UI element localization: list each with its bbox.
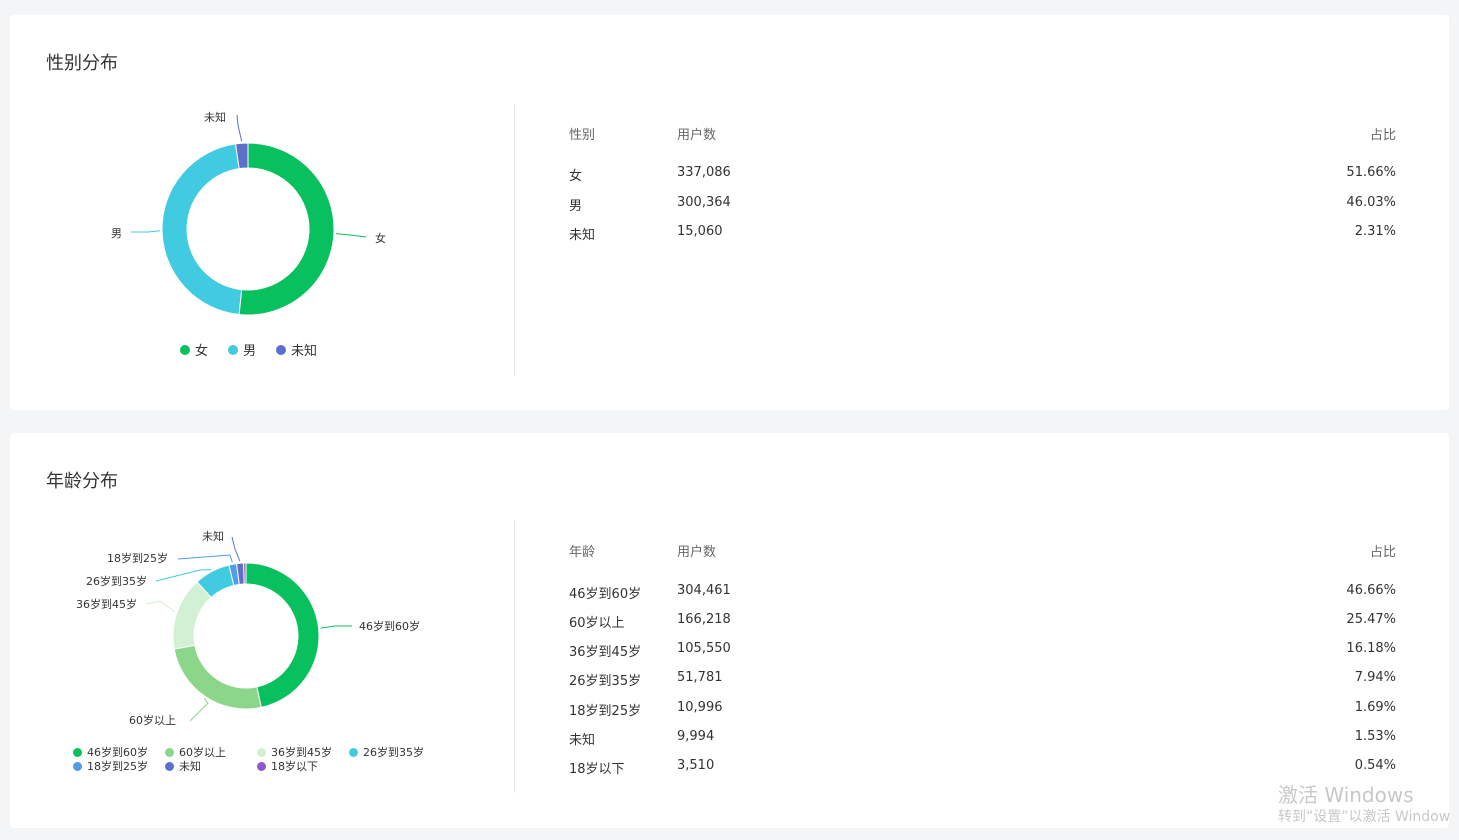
gender-row-count: 337,086 bbox=[677, 165, 731, 180]
legend-dot-icon bbox=[228, 344, 239, 355]
gender-row-label: 未知 bbox=[569, 228, 596, 243]
windows-activation-watermark-title: 激活 Windows bbox=[1278, 783, 1414, 807]
donut-slice[interactable] bbox=[245, 562, 320, 708]
gender-row-pct: 51.66% bbox=[1346, 165, 1396, 180]
legend-dot-icon bbox=[257, 747, 266, 757]
windows-activation-watermark-subtitle: 转到“设置”以激活 Window bbox=[1278, 809, 1451, 825]
age-row-label: 46岁到60岁 bbox=[569, 587, 642, 602]
slice-label: 未知 bbox=[204, 110, 226, 124]
gender-legend: 女 男 未知 bbox=[180, 340, 317, 359]
age-row-label: 60岁以上 bbox=[569, 616, 625, 631]
gender-legend-item-male[interactable]: 男 bbox=[228, 340, 256, 359]
gender-col-header-gender: 性别 bbox=[569, 128, 596, 143]
gender-col-header-share: 占比 bbox=[1369, 128, 1396, 143]
gender-legend-item-female[interactable]: 女 bbox=[180, 340, 208, 359]
age-col-header-age: 年龄 bbox=[569, 545, 596, 560]
slice-label: 未知 bbox=[202, 529, 224, 543]
age-distribution-card: 年龄分布 46岁到60岁 60岁以上 36岁到45岁 26岁到35岁 18岁到25岁 未知… bbox=[10, 433, 1449, 828]
gender-row-count: 15,060 bbox=[677, 224, 723, 239]
age-row-count: 3,510 bbox=[677, 758, 715, 773]
age-legend-item-18-25[interactable]: 18岁到25岁 bbox=[73, 758, 165, 774]
slice-label-leader-line bbox=[236, 114, 243, 142]
slice-label-leader-line bbox=[189, 697, 209, 722]
gender-legend-label: 男 bbox=[243, 344, 257, 359]
age-legend-item-26-35[interactable]: 26岁到35岁 bbox=[349, 744, 424, 760]
age-row-pct: 46.66% bbox=[1346, 583, 1396, 598]
gender-legend-item-unknown[interactable]: 未知 bbox=[276, 340, 317, 359]
age-row-count: 105,550 bbox=[677, 641, 731, 656]
donut-slice[interactable] bbox=[173, 644, 262, 710]
slice-label: 男 bbox=[111, 227, 122, 240]
age-row-pct: 1.69% bbox=[1354, 700, 1396, 715]
age-row-label: 26岁到35岁 bbox=[569, 674, 642, 689]
donut-slice[interactable] bbox=[161, 143, 243, 316]
age-legend-item-unknown[interactable]: 未知 bbox=[165, 758, 257, 774]
donut-slice[interactable] bbox=[243, 562, 247, 585]
legend-dot-icon bbox=[349, 747, 358, 757]
age-divider bbox=[514, 521, 515, 793]
age-row-pct: 7.94% bbox=[1354, 670, 1396, 685]
age-legend-label: 26岁到35岁 bbox=[363, 746, 424, 759]
age-row-count: 10,996 bbox=[677, 700, 723, 715]
age-legend: 46岁到60岁 60岁以上 36岁到45岁 26岁到35岁 18岁到25岁 未知… bbox=[73, 745, 424, 773]
slice-label-leader-line bbox=[131, 230, 161, 233]
age-row-count: 9,994 bbox=[677, 729, 715, 744]
donut-slice[interactable] bbox=[172, 581, 212, 650]
gender-distribution-card: 性别分布 女男未知 女 男 未知 性别 用户数 占比 女 337,086 51.… bbox=[10, 15, 1449, 410]
slice-label-leader-line bbox=[145, 600, 176, 613]
age-row-label: 18岁到25岁 bbox=[569, 704, 642, 719]
age-row-count: 166,218 bbox=[677, 612, 731, 627]
legend-dot-icon bbox=[257, 761, 266, 771]
age-row-label: 18岁以下 bbox=[569, 762, 625, 777]
age-row-label: 未知 bbox=[569, 733, 596, 748]
age-row-pct: 0.54% bbox=[1354, 758, 1396, 773]
legend-dot-icon bbox=[276, 344, 287, 355]
gender-divider bbox=[514, 105, 515, 375]
age-row-pct: 1.53% bbox=[1354, 729, 1396, 744]
slice-label: 60岁以上 bbox=[129, 713, 176, 727]
age-row-count: 51,781 bbox=[677, 670, 723, 685]
slice-label: 46岁到60岁 bbox=[359, 619, 420, 633]
age-legend-label: 未知 bbox=[179, 760, 201, 773]
legend-dot-icon bbox=[73, 761, 82, 771]
gender-row-pct: 2.31% bbox=[1354, 224, 1396, 239]
age-legend-label: 18岁以下 bbox=[271, 760, 318, 773]
gender-col-header-users: 用户数 bbox=[677, 128, 717, 143]
legend-dot-icon bbox=[180, 344, 190, 355]
slice-label: 26岁到35岁 bbox=[86, 574, 147, 588]
age-row-pct: 25.47% bbox=[1346, 612, 1396, 627]
legend-dot-icon bbox=[73, 747, 82, 757]
legend-dot-icon bbox=[165, 747, 174, 757]
donut-slice[interactable] bbox=[238, 142, 335, 316]
age-row-label: 36岁到45岁 bbox=[569, 645, 642, 660]
gender-legend-label: 女 bbox=[195, 344, 209, 359]
slice-label: 36岁到45岁 bbox=[76, 597, 137, 611]
legend-dot-icon bbox=[165, 761, 174, 771]
slice-label-leader-line bbox=[320, 625, 352, 629]
slice-label: 18岁到25岁 bbox=[107, 551, 168, 565]
age-legend-label: 18岁到25岁 bbox=[87, 760, 148, 773]
gender-legend-label: 未知 bbox=[291, 344, 318, 359]
age-legend-item-under-18[interactable]: 18岁以下 bbox=[257, 758, 318, 774]
gender-row-label: 男 bbox=[569, 199, 583, 214]
gender-row-label: 女 bbox=[569, 169, 583, 184]
gender-row-count: 300,364 bbox=[677, 195, 731, 210]
age-row-pct: 16.18% bbox=[1346, 641, 1396, 656]
gender-row-pct: 46.03% bbox=[1346, 195, 1396, 210]
slice-label-leader-line bbox=[335, 233, 367, 238]
age-row-count: 304,461 bbox=[677, 583, 731, 598]
slice-label: 女 bbox=[375, 231, 386, 245]
slice-label-leader-line bbox=[177, 554, 233, 563]
age-col-header-share: 占比 bbox=[1369, 545, 1396, 560]
age-col-header-users: 用户数 bbox=[677, 545, 717, 560]
slice-label-leader-line bbox=[231, 536, 241, 562]
